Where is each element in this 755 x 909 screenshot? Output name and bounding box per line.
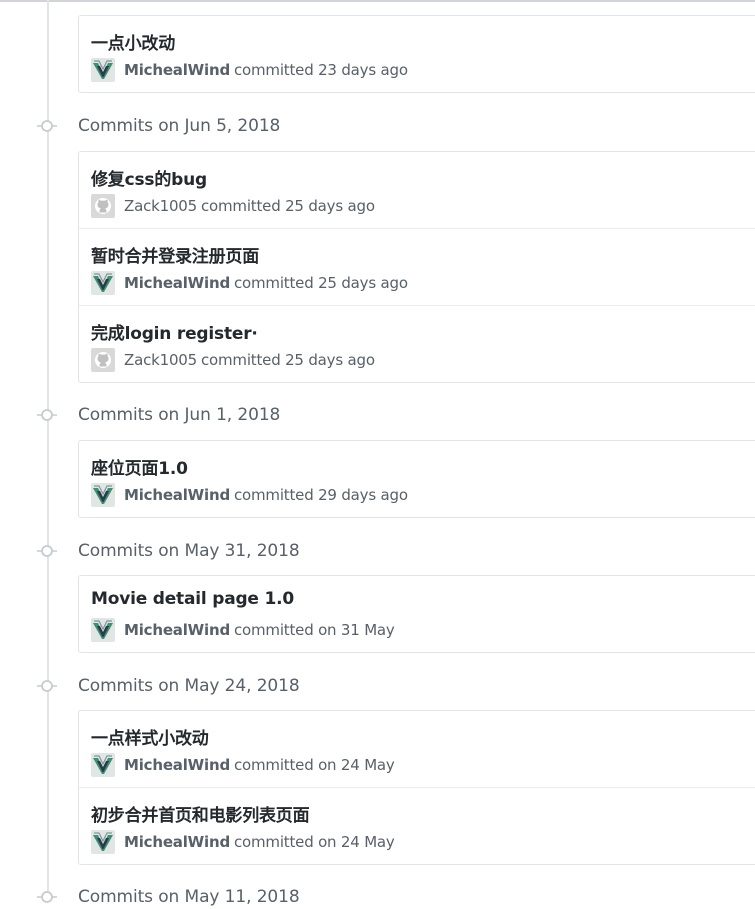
commit-row: 初步合并首页和电影列表页面 MichealWind committed on 2… xyxy=(79,787,755,864)
commit-meta: MichealWind committed 23 days ago xyxy=(91,58,408,82)
commit-author-link[interactable]: Zack1005 xyxy=(124,351,197,369)
commit-meta: MichealWind committed on 24 May xyxy=(91,753,395,777)
micheal-avatar-icon[interactable] xyxy=(91,753,115,777)
commit-group-date: Commits on Jun 5, 2018 xyxy=(78,116,281,136)
timeline-dot-icon xyxy=(37,405,57,425)
commit-author-link[interactable]: Zack1005 xyxy=(124,197,197,215)
commit-author-link[interactable]: MichealWind xyxy=(124,274,230,292)
commit-group-date: Commits on May 31, 2018 xyxy=(78,541,300,561)
commit-meta: MichealWind committed on 24 May xyxy=(91,830,395,854)
commit-row: 座位页面1.0 MichealWind committed 29 days ag… xyxy=(79,441,755,517)
commit-row: 修复css的bug Zack1005 committed 25 days ago xyxy=(79,152,755,228)
commit-time: committed 25 days ago xyxy=(233,274,408,292)
commit-group-header: Commits on Jun 1, 2018 xyxy=(37,403,280,427)
commit-author-link[interactable]: MichealWind xyxy=(124,486,230,504)
commit-author-link[interactable]: MichealWind xyxy=(124,621,230,639)
commit-group-date: Commits on May 24, 2018 xyxy=(78,676,300,696)
commit-message-link[interactable]: 初步合并首页和电影列表页面 xyxy=(91,801,310,826)
commit-author-link[interactable]: MichealWind xyxy=(124,833,230,851)
commit-time: committed 25 days ago xyxy=(200,197,375,215)
commit-meta: Zack1005 committed 25 days ago xyxy=(91,194,375,218)
github-default-avatar-icon[interactable] xyxy=(91,348,115,372)
commit-group-header: Commits on May 31, 2018 xyxy=(37,539,300,563)
commit-message-link[interactable]: Movie detail page 1.0 xyxy=(91,589,294,609)
commit-group-header: Commits on May 24, 2018 xyxy=(37,674,300,698)
commit-meta: MichealWind committed 25 days ago xyxy=(91,271,408,295)
commit-meta: Zack1005 committed 25 days ago xyxy=(91,348,375,372)
commit-group-date: Commits on Jun 1, 2018 xyxy=(78,405,281,425)
commit-row: 一点样式小改动 MichealWind committed on 24 May xyxy=(79,711,755,787)
commit-author-link[interactable]: MichealWind xyxy=(124,61,230,79)
commit-message-link[interactable]: 修复css的bug xyxy=(91,165,207,190)
timeline-dot-icon xyxy=(37,541,57,561)
timeline-dot-icon xyxy=(37,116,57,136)
commit-group-header: Commits on May 11, 2018 xyxy=(37,885,300,909)
commit-group-header: Commits on Jun 5, 2018 xyxy=(37,114,280,138)
commit-meta: MichealWind committed 29 days ago xyxy=(91,483,408,507)
commit-row: Movie detail page 1.0 MichealWind commit… xyxy=(79,576,755,652)
commit-time: committed on 24 May xyxy=(233,833,395,851)
micheal-avatar-icon[interactable] xyxy=(91,58,115,82)
commit-row: 一点小改动 MichealWind committed 23 days ago xyxy=(79,16,755,92)
commit-time: committed 25 days ago xyxy=(200,351,375,369)
commit-message-link[interactable]: 完成login register· xyxy=(91,319,258,344)
commit-time: committed 29 days ago xyxy=(233,486,408,504)
commit-row: 完成login register· Zack1005 committed 25 … xyxy=(79,305,755,382)
commit-group-card: Movie detail page 1.0 MichealWind commit… xyxy=(78,575,755,653)
micheal-avatar-icon[interactable] xyxy=(91,271,115,295)
commit-time: committed on 24 May xyxy=(233,756,395,774)
commit-message-link[interactable]: 一点小改动 xyxy=(91,29,175,54)
commit-author-link[interactable]: MichealWind xyxy=(124,756,230,774)
timeline-dot-icon xyxy=(37,887,57,907)
page-top-border xyxy=(0,0,755,2)
commit-time: committed 23 days ago xyxy=(233,61,408,79)
micheal-avatar-icon[interactable] xyxy=(91,618,115,642)
commit-row: 暂时合并登录注册页面 MichealWind committed 25 days… xyxy=(79,228,755,305)
commit-group-card: 座位页面1.0 MichealWind committed 29 days ag… xyxy=(78,440,755,518)
micheal-avatar-icon[interactable] xyxy=(91,483,115,507)
commit-group-date: Commits on May 11, 2018 xyxy=(78,887,300,907)
timeline-dot-icon xyxy=(37,676,57,696)
commit-group-card: 一点样式小改动 MichealWind committed on 24 May … xyxy=(78,710,755,865)
github-default-avatar-icon[interactable] xyxy=(91,194,115,218)
commit-message-link[interactable]: 暂时合并登录注册页面 xyxy=(91,242,259,267)
commit-group-card: 一点小改动 MichealWind committed 23 days ago xyxy=(78,15,755,93)
commit-time: committed on 31 May xyxy=(233,621,395,639)
commit-meta: MichealWind committed on 31 May xyxy=(91,618,395,642)
commit-message-link[interactable]: 座位页面1.0 xyxy=(91,454,188,479)
commit-group-card: 修复css的bug Zack1005 committed 25 days ago… xyxy=(78,151,755,383)
commit-message-link[interactable]: 一点样式小改动 xyxy=(91,724,209,749)
micheal-avatar-icon[interactable] xyxy=(91,830,115,854)
